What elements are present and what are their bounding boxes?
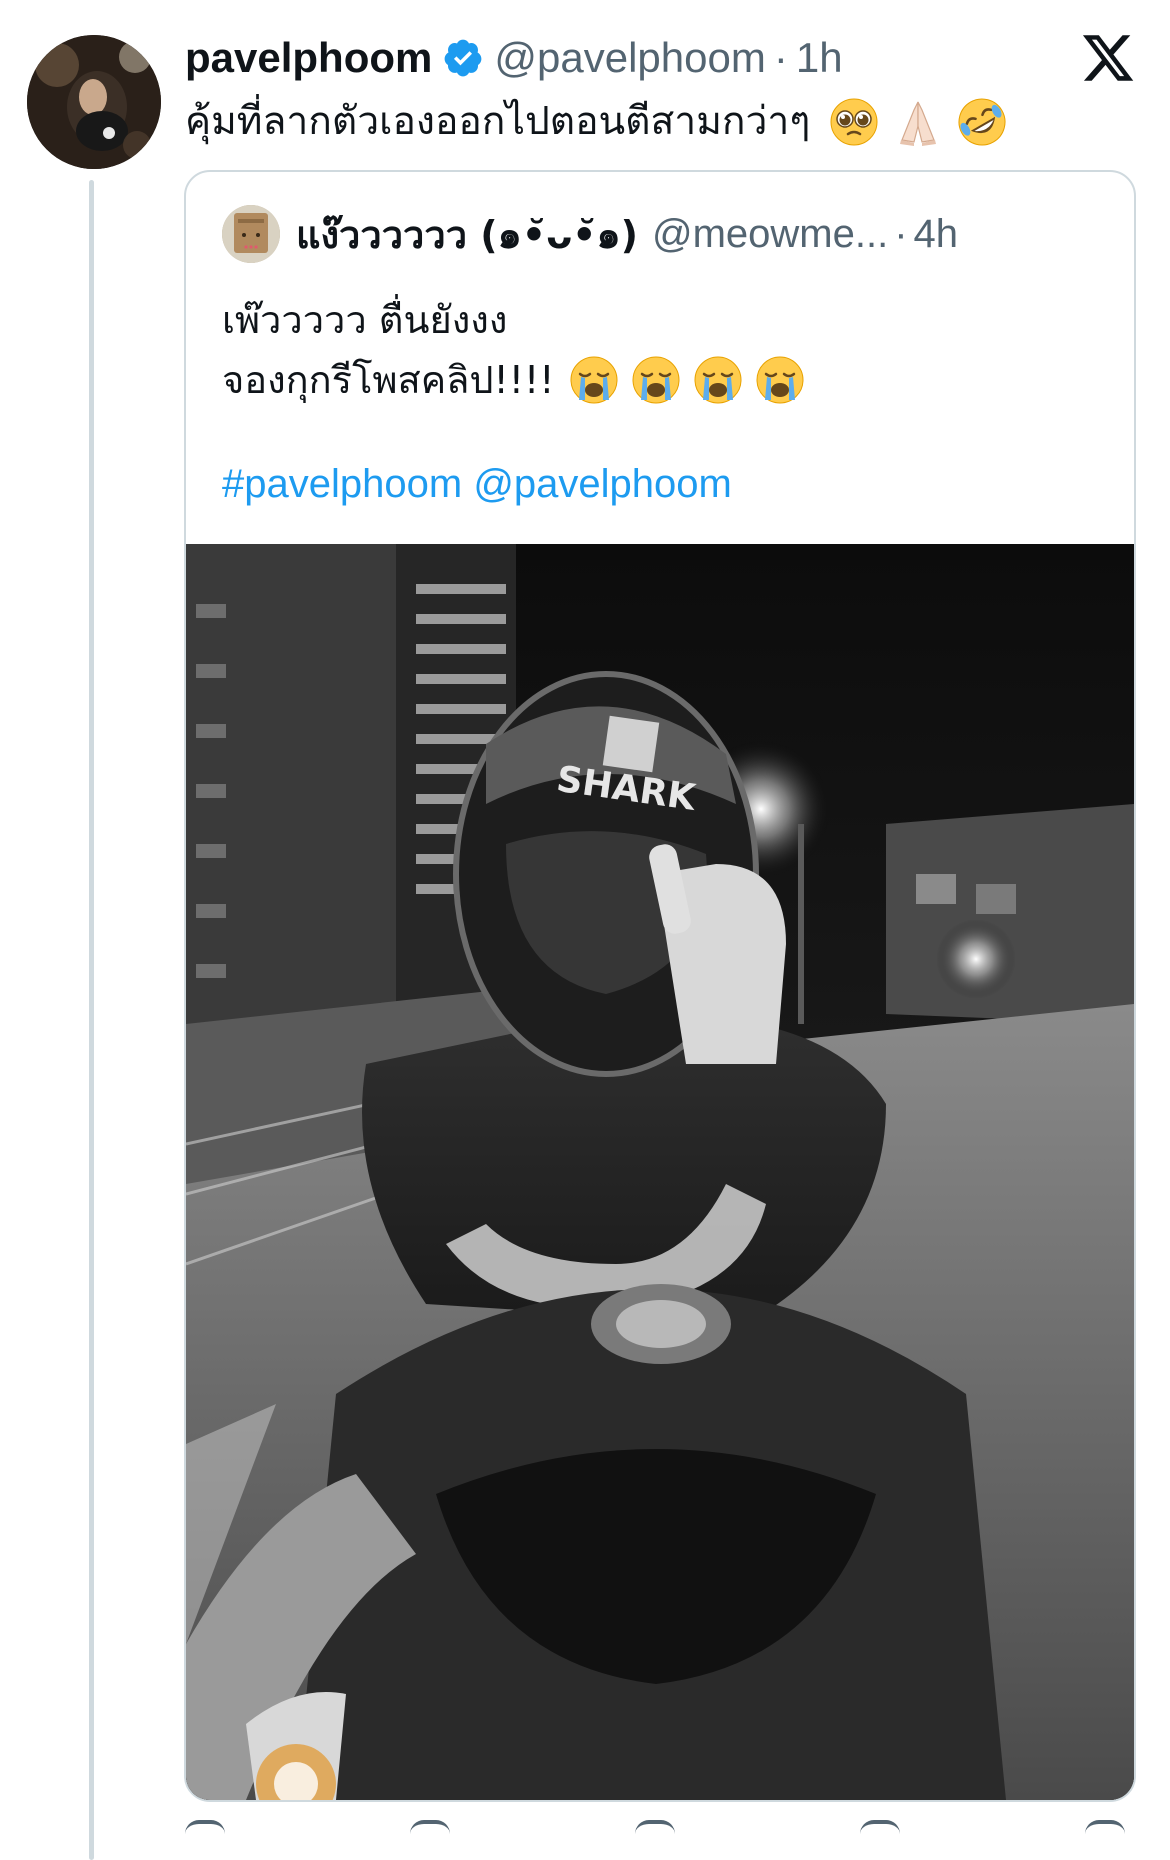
verified-badge-icon bbox=[445, 39, 482, 77]
tweet-body: คุ้มที่ลากตัวเองออกไปตอนตีสามกว่าๆ bbox=[185, 95, 1008, 149]
quoted-tweet-body: เพ๊ววววว ตื่นยังงง จองกุกรีโพสคลิป!!!! bbox=[222, 290, 806, 410]
tweet-timestamp[interactable]: 1h bbox=[796, 34, 843, 82]
quoted-links: #pavelphoom @pavelphoom bbox=[222, 462, 732, 507]
quoted-header-separator: · bbox=[894, 211, 908, 256]
quoted-avatar-image bbox=[222, 205, 280, 263]
quoted-tweet-card[interactable]: แง๊วววววว (๑•̆ᴗ•̆๑) @meowme... · 4h เพ๊ว… bbox=[184, 170, 1136, 1802]
mention-link[interactable]: @pavelphoom bbox=[473, 462, 732, 506]
quoted-emojis bbox=[568, 354, 806, 406]
quoted-text-line-2: จองกุกรีโพสคลิป!!!! bbox=[222, 358, 555, 402]
quoted-media-photo[interactable]: SHARK bbox=[186, 544, 1134, 1800]
tweet-text: คุ้มที่ลากตัวเองออกไปตอนตีสามกว่าๆ bbox=[185, 99, 811, 144]
quoted-display-name[interactable]: แง๊วววววว (๑•̆ᴗ•̆๑) bbox=[296, 204, 638, 265]
loudly-crying-face-icon bbox=[694, 356, 742, 404]
quoted-text-line-1: เพ๊ววววว ตื่นยังงง bbox=[222, 298, 508, 342]
motorcycle-rider-photo: SHARK bbox=[186, 544, 1134, 1800]
folded-hands-icon bbox=[900, 101, 937, 146]
author-handle[interactable]: @pavelphoom bbox=[494, 34, 765, 82]
avatar[interactable] bbox=[27, 35, 161, 169]
loudly-crying-face-icon bbox=[570, 356, 618, 404]
loudly-crying-face-icon bbox=[756, 356, 804, 404]
quoted-tweet-header: แง๊วววววว (๑•̆ᴗ•̆๑) @meowme... · 4h bbox=[222, 204, 958, 264]
quoted-handle[interactable]: @meowme... bbox=[652, 212, 888, 257]
header-separator: · bbox=[773, 34, 788, 81]
loudly-crying-face-icon bbox=[632, 356, 680, 404]
tweet-action-bar bbox=[185, 1820, 1125, 1850]
quoted-timestamp[interactable]: 4h bbox=[914, 212, 959, 257]
thread-connector-line bbox=[89, 180, 94, 1860]
rolling-on-floor-laughing-icon bbox=[958, 98, 1006, 146]
author-display-name[interactable]: pavelphoom bbox=[185, 34, 432, 82]
tweet-emojis bbox=[828, 96, 1008, 148]
quoted-avatar[interactable] bbox=[222, 205, 280, 263]
tweet-header: pavelphoom @pavelphoom · 1h bbox=[185, 30, 843, 86]
pleading-face-icon bbox=[830, 98, 878, 146]
hashtag-link[interactable]: #pavelphoom bbox=[222, 462, 462, 506]
avatar-image bbox=[27, 35, 161, 169]
x-logo-icon[interactable] bbox=[1080, 30, 1136, 86]
